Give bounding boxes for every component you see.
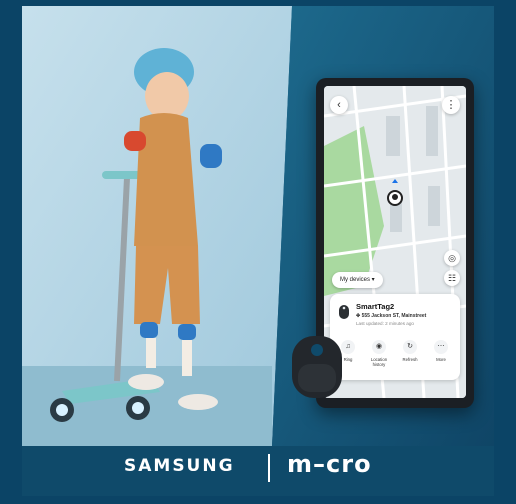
locate-button[interactable]: ◎	[444, 250, 460, 266]
location-history-button[interactable]: ◉ Location history	[365, 340, 393, 367]
logo-divider	[268, 454, 270, 482]
menu-button[interactable]: ⋮	[442, 96, 460, 114]
back-button[interactable]: ‹	[330, 96, 348, 114]
samsung-logo: SAMSUNG	[124, 456, 235, 476]
device-name: SmartTag2	[356, 302, 395, 311]
layers-button[interactable]: ☷	[444, 270, 460, 286]
refresh-icon: ↻	[403, 340, 417, 354]
more-button[interactable]: ⋯ More	[427, 340, 455, 362]
location-history-label: Location history	[370, 357, 388, 367]
more-icon: ⋯	[434, 340, 448, 354]
device-card[interactable]: SmartTag2 ✤ 555 Jackson ST, Mainstreet L…	[330, 294, 460, 380]
smarttag-device	[292, 336, 342, 398]
more-label: More	[436, 357, 446, 362]
brand-bar	[22, 446, 494, 496]
smarttag-icon	[339, 305, 349, 319]
device-updated: Last updated: 2 minutes ago	[356, 321, 414, 326]
refresh-label: Refresh	[402, 357, 418, 362]
refresh-button[interactable]: ↻ Refresh	[396, 340, 424, 362]
my-devices-dropdown[interactable]: My devices ▾	[332, 272, 383, 288]
micro-logo: m–cro	[287, 450, 372, 478]
device-address: ✤ 555 Jackson ST, Mainstreet	[356, 313, 427, 319]
location-history-icon: ◉	[372, 340, 386, 354]
